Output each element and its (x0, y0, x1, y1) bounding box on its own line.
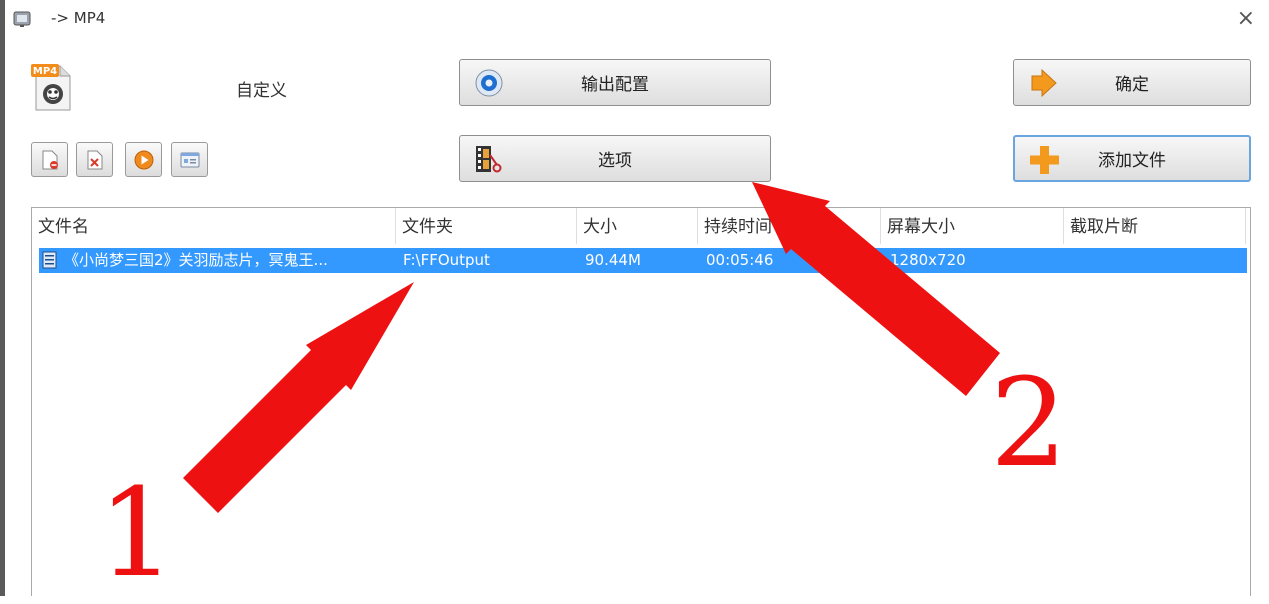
plus-icon (1030, 146, 1059, 174)
column-header-size[interactable]: 大小 (577, 208, 698, 244)
window-title: -> MP4 (51, 9, 106, 27)
row-duration: 00:05:46 (706, 251, 774, 269)
title-bar: -> MP4 × (5, 0, 1269, 40)
mp4-badge-text: MP4 (33, 66, 57, 77)
row-screen-size: 1280x720 (890, 251, 966, 269)
app-icon (13, 11, 31, 27)
options-label: 选项 (598, 151, 632, 171)
film-scissors-icon (476, 146, 502, 173)
output-config-button[interactable]: 输出配置 (459, 59, 771, 106)
row-clip (1072, 248, 1242, 273)
add-file-button[interactable]: 添加文件 (1013, 135, 1251, 182)
clear-list-button[interactable] (76, 142, 113, 177)
row-folder: F:\FFOutput (403, 251, 490, 269)
mp4-file-icon: MP4 (31, 64, 71, 111)
video-file-icon (42, 251, 57, 269)
close-icon[interactable]: × (1237, 6, 1255, 32)
profile-label: 自定义 (236, 81, 287, 101)
column-header-filename[interactable]: 文件名 (32, 208, 396, 244)
clear-list-icon (87, 150, 103, 170)
play-button[interactable] (125, 142, 162, 177)
gear-icon (475, 69, 503, 97)
play-icon (134, 150, 154, 170)
media-info-icon (180, 152, 200, 168)
row-size: 90.44M (585, 251, 641, 269)
media-info-button[interactable] (171, 142, 208, 177)
row-filename: 《小尚梦三国2》关羽励志片，冥鬼王... (64, 251, 328, 269)
list-header: 文件名 文件夹 大小 持续时间 屏幕大小 截取片断 (32, 208, 1250, 244)
ok-button[interactable]: 确定 (1013, 59, 1251, 106)
column-header-screen-size[interactable]: 屏幕大小 (881, 208, 1064, 244)
options-button[interactable]: 选项 (459, 135, 771, 182)
remove-file-button[interactable] (31, 142, 68, 177)
table-row[interactable]: 《小尚梦三国2》关羽励志片，冥鬼王... F:\FFOutput 90.44M … (39, 248, 1247, 273)
column-header-folder[interactable]: 文件夹 (396, 208, 577, 244)
arrow-right-icon (1031, 68, 1057, 98)
column-header-clip[interactable]: 截取片断 (1064, 208, 1246, 244)
remove-file-icon (42, 150, 58, 170)
column-header-duration[interactable]: 持续时间 (698, 208, 881, 244)
window-left-edge (0, 0, 5, 596)
file-list[interactable]: 文件名 文件夹 大小 持续时间 屏幕大小 截取片断 《小尚梦三国2》关羽励志片，… (31, 207, 1251, 596)
output-config-label: 输出配置 (581, 75, 649, 95)
